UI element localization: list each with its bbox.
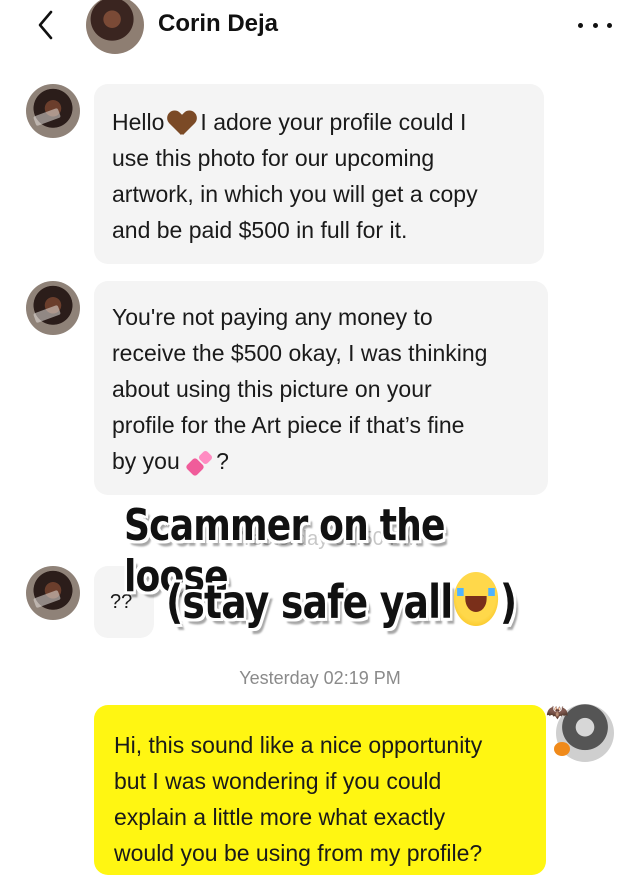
- sender-avatar[interactable]: [26, 84, 80, 138]
- message-text: Hello: [112, 109, 165, 135]
- message-text: receive the $500 okay, I was thinking: [112, 340, 488, 366]
- message-text: explain a little more what exactly: [114, 804, 446, 830]
- overlay-caption-text: ): [499, 575, 517, 629]
- bat-icon: 🦇: [546, 702, 569, 722]
- message-text: but I was wondering if you could: [114, 768, 442, 794]
- message-text: use this photo for our upcoming: [112, 145, 435, 171]
- incoming-message-bubble[interactable]: Hello I adore your profile could I use th…: [94, 84, 544, 264]
- more-horizontal-icon: [578, 22, 583, 28]
- chat-header: Corin Deja: [0, 0, 640, 62]
- two-hearts-icon: [185, 449, 216, 477]
- message-text: would you be using from my profile?: [114, 840, 483, 866]
- message-text: artwork, in which you will get a copy: [112, 181, 478, 207]
- back-button[interactable]: [30, 8, 64, 42]
- contact-avatar[interactable]: [86, 0, 144, 54]
- overlay-caption-line-2: (stay safe yall): [166, 572, 517, 629]
- timestamp: Yesterday 02:19 PM: [239, 668, 401, 688]
- message-text: profile for the Art piece if that’s fine: [112, 412, 465, 438]
- sender-avatar[interactable]: [26, 566, 80, 620]
- pumpkin-icon: [554, 742, 570, 756]
- loudly-crying-face-icon: [454, 572, 499, 626]
- outgoing-message-bubble[interactable]: Hi, this sound like a nice opportunity b…: [94, 705, 546, 875]
- brown-heart-icon: [168, 111, 196, 137]
- incoming-message-bubble[interactable]: You're not paying any money to receive t…: [94, 281, 548, 495]
- message-text: and be paid $500 in full for it.: [112, 217, 408, 243]
- message-text: You're not paying any money to: [112, 304, 433, 330]
- message-text: by you: [112, 448, 180, 474]
- more-options-button[interactable]: [578, 20, 612, 30]
- sender-avatar[interactable]: [26, 281, 80, 335]
- chevron-left-icon: [38, 10, 53, 40]
- message-text: I adore your profile could I: [200, 109, 467, 135]
- message-text: Hi, this sound like a nice opportunity: [114, 732, 483, 758]
- message-text: about using this picture on your: [112, 376, 432, 402]
- message-text: ?: [216, 448, 229, 474]
- overlay-caption-text: (stay safe yall: [166, 575, 453, 629]
- contact-name[interactable]: Corin Deja: [158, 10, 278, 38]
